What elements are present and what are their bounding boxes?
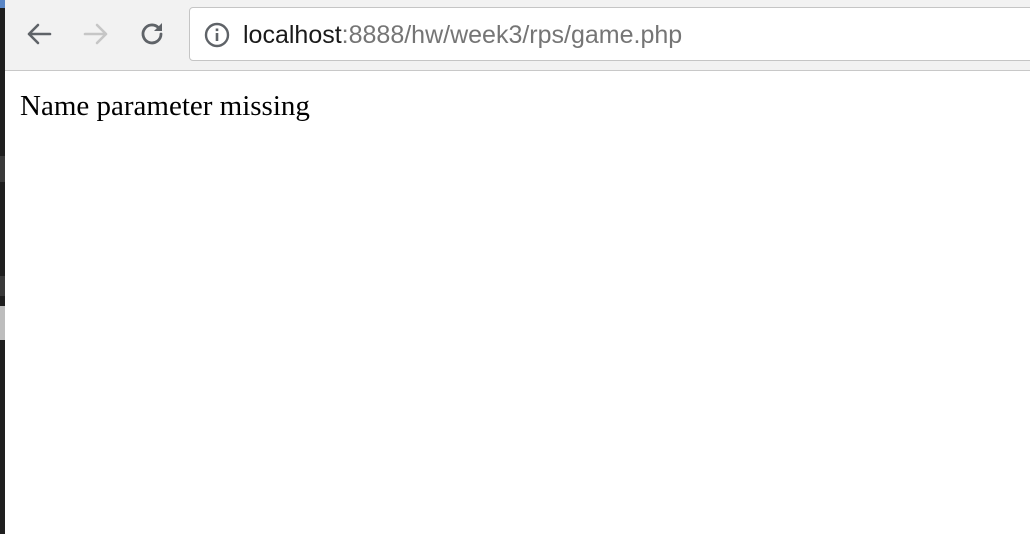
arrow-right-icon bbox=[83, 23, 108, 45]
browser-toolbar: localhost:8888/hw/week3/rps/game.php bbox=[5, 0, 1030, 71]
url-host: localhost bbox=[243, 21, 342, 49]
forward-button[interactable] bbox=[79, 17, 113, 51]
reload-button[interactable] bbox=[135, 17, 169, 51]
reload-icon bbox=[141, 23, 163, 45]
arrow-left-icon bbox=[27, 23, 52, 45]
back-button[interactable] bbox=[22, 17, 56, 51]
error-message: Name parameter missing bbox=[20, 90, 310, 122]
url-path: :8888/hw/week3/rps/game.php bbox=[341, 21, 683, 49]
page-content: Name parameter missing bbox=[5, 72, 1030, 534]
url-text[interactable]: localhost:8888/hw/week3/rps/game.php bbox=[243, 20, 682, 50]
info-icon[interactable] bbox=[204, 22, 230, 48]
address-bar[interactable]: localhost:8888/hw/week3/rps/game.php bbox=[189, 7, 1030, 61]
